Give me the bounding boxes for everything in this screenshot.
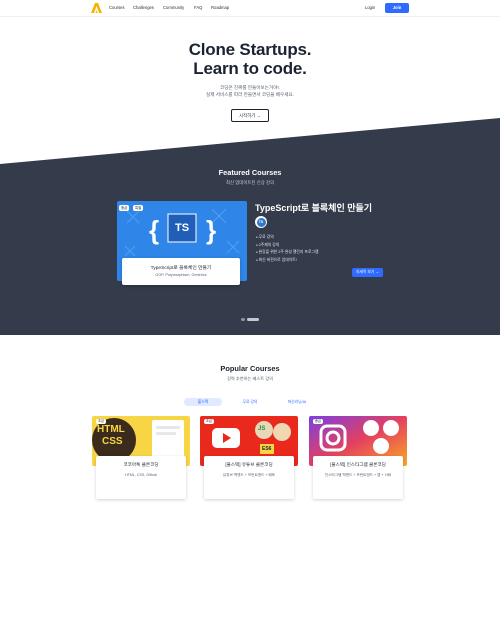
featured-subtitle: 최신 업데이트된 신상 강의 (225, 180, 275, 185)
hero-title-line2: Learn to code. (193, 59, 307, 78)
tab-free[interactable]: 무료 강의 (232, 398, 268, 406)
carousel-dot-active[interactable] (247, 318, 259, 321)
login-link[interactable]: Login (365, 5, 375, 10)
logo-icon[interactable] (91, 3, 102, 13)
join-button[interactable]: Join (385, 3, 409, 13)
nav-link-community[interactable]: Community (163, 5, 184, 10)
badge-label: TS (256, 217, 266, 227)
feature-item: 최신 버전으로 업데이트! (256, 257, 318, 265)
nav-link-challenges[interactable]: Challenges (133, 5, 154, 10)
course-info: [풀스택] 유튜브 클론코딩 유튜브 백엔드 + 프런트엔드 + 배포 (204, 456, 294, 499)
featured-card-title: TypeScript로 블록체인 만들기 (150, 266, 212, 271)
course-title: 코코아톡 클론코딩 (123, 462, 159, 467)
course-card[interactable]: 중급 [풀스택] 인스타그램 클론코딩 인스타그램 백엔드 + 프런트엔드 + … (309, 416, 407, 499)
hero-sub-line2: 실제 서비스를 따라 만들면서 코딩을 배우세요. (206, 92, 294, 97)
course-subtitle: HTML, CSS, Github (125, 473, 157, 477)
featured-background (0, 118, 500, 335)
hero-subtitle: 코딩은 진짜를 만들어보는거야!. 실제 서비스를 따라 만들면서 코딩을 배우… (0, 84, 500, 98)
level-tag: 중급 (313, 419, 323, 424)
es6-logo-text: ES6 (262, 446, 272, 452)
featured-card-panel[interactable]: TypeScript로 블록체인 만들기 OOP, Polymorphism, … (122, 258, 240, 285)
level-tag: 중급 (119, 205, 130, 211)
nav-link-courses[interactable]: Courses (109, 5, 125, 10)
carousel-dot[interactable] (241, 318, 245, 321)
typescript-badge-icon: TS (255, 216, 267, 228)
popular-subtitle: 강력 추천하는 베스트 강의 (227, 376, 273, 381)
course-title: [풀스택] 유튜브 클론코딩 (225, 462, 273, 467)
popular-title: Popular Courses (220, 364, 280, 373)
js-logo-text: JS (258, 426, 266, 432)
html-logo-text: HTML (97, 424, 125, 435)
tab-fullstack[interactable]: 풀스택 (184, 398, 222, 406)
course-card[interactable]: JS ES6 초급 [풀스택] 유튜브 클론코딩 유튜브 백엔드 + 프런트엔드… (200, 416, 298, 499)
detail-button[interactable]: 자세히 보기 → (352, 268, 383, 277)
svg-text:}: } (206, 215, 216, 245)
featured-feature-list: 무료 강의 2주제의 강의 완강을 위한 2주 완성 챌린지 프로그램 최신 버… (256, 234, 319, 265)
level-tag: 초급 (96, 419, 106, 424)
nav-link-roadmap[interactable]: Roadmap (211, 5, 229, 10)
level-tag: 초급 (204, 419, 214, 424)
featured-course-heading: TypeScript로 블록체인 만들기 (255, 203, 373, 213)
course-title: [풀스택] 인스타그램 클론코딩 (330, 462, 386, 467)
tab-ml-ai[interactable]: 머신러닝/AI (276, 398, 318, 406)
hero-sub-line1: 코딩은 진짜를 만들어보는거야!. (219, 85, 281, 90)
course-subtitle: 유튜브 백엔드 + 프런트엔드 + 배포 (222, 473, 276, 477)
featured-card-subtitle: OOP, Polymorphism, Generics (155, 273, 207, 277)
hero-title: Clone Startups. Learn to code. (0, 40, 500, 78)
feature-item: 무료 강의 (256, 234, 318, 242)
hero-title-line1: Clone Startups. (188, 40, 312, 59)
css-logo-text: CSS (102, 436, 123, 447)
feature-item: 완강을 위한 2주 완성 챌린지 프로그램 (256, 249, 319, 257)
nav-link-faq[interactable]: FAQ (194, 5, 202, 10)
feature-item: 2주제의 강의 (256, 242, 318, 250)
special-tag: 특별 (133, 205, 144, 211)
typescript-icon: TS (174, 222, 190, 234)
top-nav: Courses Challenges Community FAQ Roadmap… (0, 0, 500, 17)
featured-title: Featured Courses (218, 168, 282, 177)
course-subtitle: 인스타그램 백엔드 + 프런트엔드 + 앱 + 서버 (324, 473, 392, 477)
course-info: 코코아톡 클론코딩 HTML, CSS, Github (96, 456, 186, 499)
svg-text:{: { (149, 215, 159, 245)
course-info: [풀스택] 인스타그램 클론코딩 인스타그램 백엔드 + 프런트엔드 + 앱 +… (313, 456, 403, 499)
course-card[interactable]: HTML CSS 초급 코코아톡 클론코딩 HTML, CSS, Github (92, 416, 190, 499)
